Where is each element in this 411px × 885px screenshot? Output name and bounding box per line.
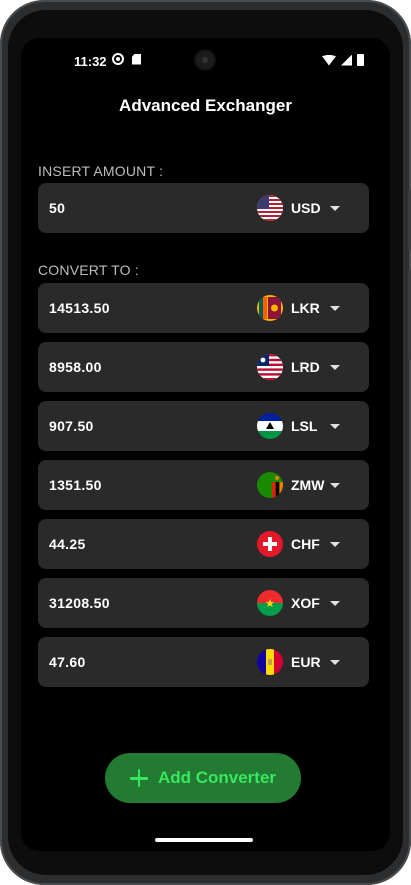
wifi-icon [322, 54, 336, 66]
app-screen: 11:32 Advanced Exchanger INSERT AMOUNT :… [21, 38, 390, 851]
chevron-down-icon [330, 482, 340, 488]
currency-code: CHF [291, 536, 320, 552]
status-icons-right [322, 54, 364, 66]
chevron-down-icon [330, 305, 340, 311]
sdcard-icon [132, 53, 141, 65]
converter-row: 47.60 EUR [38, 637, 369, 687]
converted-amount: 44.25 [49, 536, 86, 552]
chevron-down-icon [330, 423, 340, 429]
currency-code: EUR [291, 654, 321, 670]
currency-dropdown[interactable]: LKR [257, 295, 357, 321]
chevron-down-icon [330, 600, 340, 606]
insert-amount-row: 50 USD [38, 183, 369, 233]
flag-lr-icon [257, 354, 283, 380]
plus-icon [129, 769, 148, 787]
converted-amount: 1351.50 [49, 477, 102, 493]
status-time: 11:32 [74, 54, 107, 69]
status-icons-left [112, 53, 141, 65]
converted-amount: 8958.00 [49, 359, 102, 375]
converter-row: 44.25 CHF [38, 519, 369, 569]
currency-dropdown[interactable]: CHF [257, 531, 357, 557]
flag-zm-icon [257, 472, 283, 498]
page-title: Advanced Exchanger [119, 96, 292, 115]
currency-dropdown[interactable]: LRD [257, 354, 357, 380]
currency-code: XOF [291, 595, 320, 611]
flag-ad-icon [257, 649, 283, 675]
converter-row: 1351.50 ZMW [38, 460, 369, 510]
flag-us-icon [257, 195, 283, 221]
currency-dropdown[interactable]: XOF [257, 590, 357, 616]
currency-dropdown[interactable]: LSL [257, 413, 357, 439]
chevron-down-icon [330, 205, 340, 211]
flag-lk-icon [257, 295, 283, 321]
flag-bf-icon [257, 590, 283, 616]
currency-code: LRD [291, 359, 320, 375]
converter-row: 14513.50 LKR [38, 283, 369, 333]
add-converter-button[interactable]: Add Converter [105, 753, 301, 803]
gear-icon [112, 53, 124, 65]
converted-amount: 14513.50 [49, 300, 110, 316]
signal-icon [341, 54, 352, 66]
currency-dropdown[interactable]: EUR [257, 649, 357, 675]
flag-ch-icon [257, 531, 283, 557]
converter-row: 31208.50 XOF [38, 578, 369, 628]
insert-amount-label: INSERT AMOUNT : [38, 163, 164, 179]
currency-code: LKR [291, 300, 320, 316]
convert-to-label: CONVERT TO : [38, 262, 139, 278]
converted-amount: 47.60 [49, 654, 86, 670]
chevron-down-icon [330, 659, 340, 665]
front-camera [196, 51, 214, 69]
add-converter-label: Add Converter [157, 768, 277, 787]
home-indicator[interactable] [155, 838, 253, 842]
battery-icon [357, 54, 364, 66]
amount-input[interactable]: 50 [49, 200, 65, 216]
chevron-down-icon [330, 364, 340, 370]
converted-amount: 31208.50 [49, 595, 110, 611]
status-bar: 11:32 [21, 38, 390, 84]
flag-ls-icon [257, 413, 283, 439]
phone-frame: 11:32 Advanced Exchanger INSERT AMOUNT :… [0, 0, 411, 885]
currency-dropdown[interactable]: ZMW [257, 472, 357, 498]
chevron-down-icon [330, 541, 340, 547]
currency-code: ZMW [291, 477, 325, 493]
currency-code: USD [291, 200, 321, 216]
converted-amount: 907.50 [49, 418, 94, 434]
converter-row: 8958.00 LRD [38, 342, 369, 392]
currency-code: LSL [291, 418, 318, 434]
currency-dropdown[interactable]: USD [257, 195, 357, 221]
converter-row: 907.50 LSL [38, 401, 369, 451]
